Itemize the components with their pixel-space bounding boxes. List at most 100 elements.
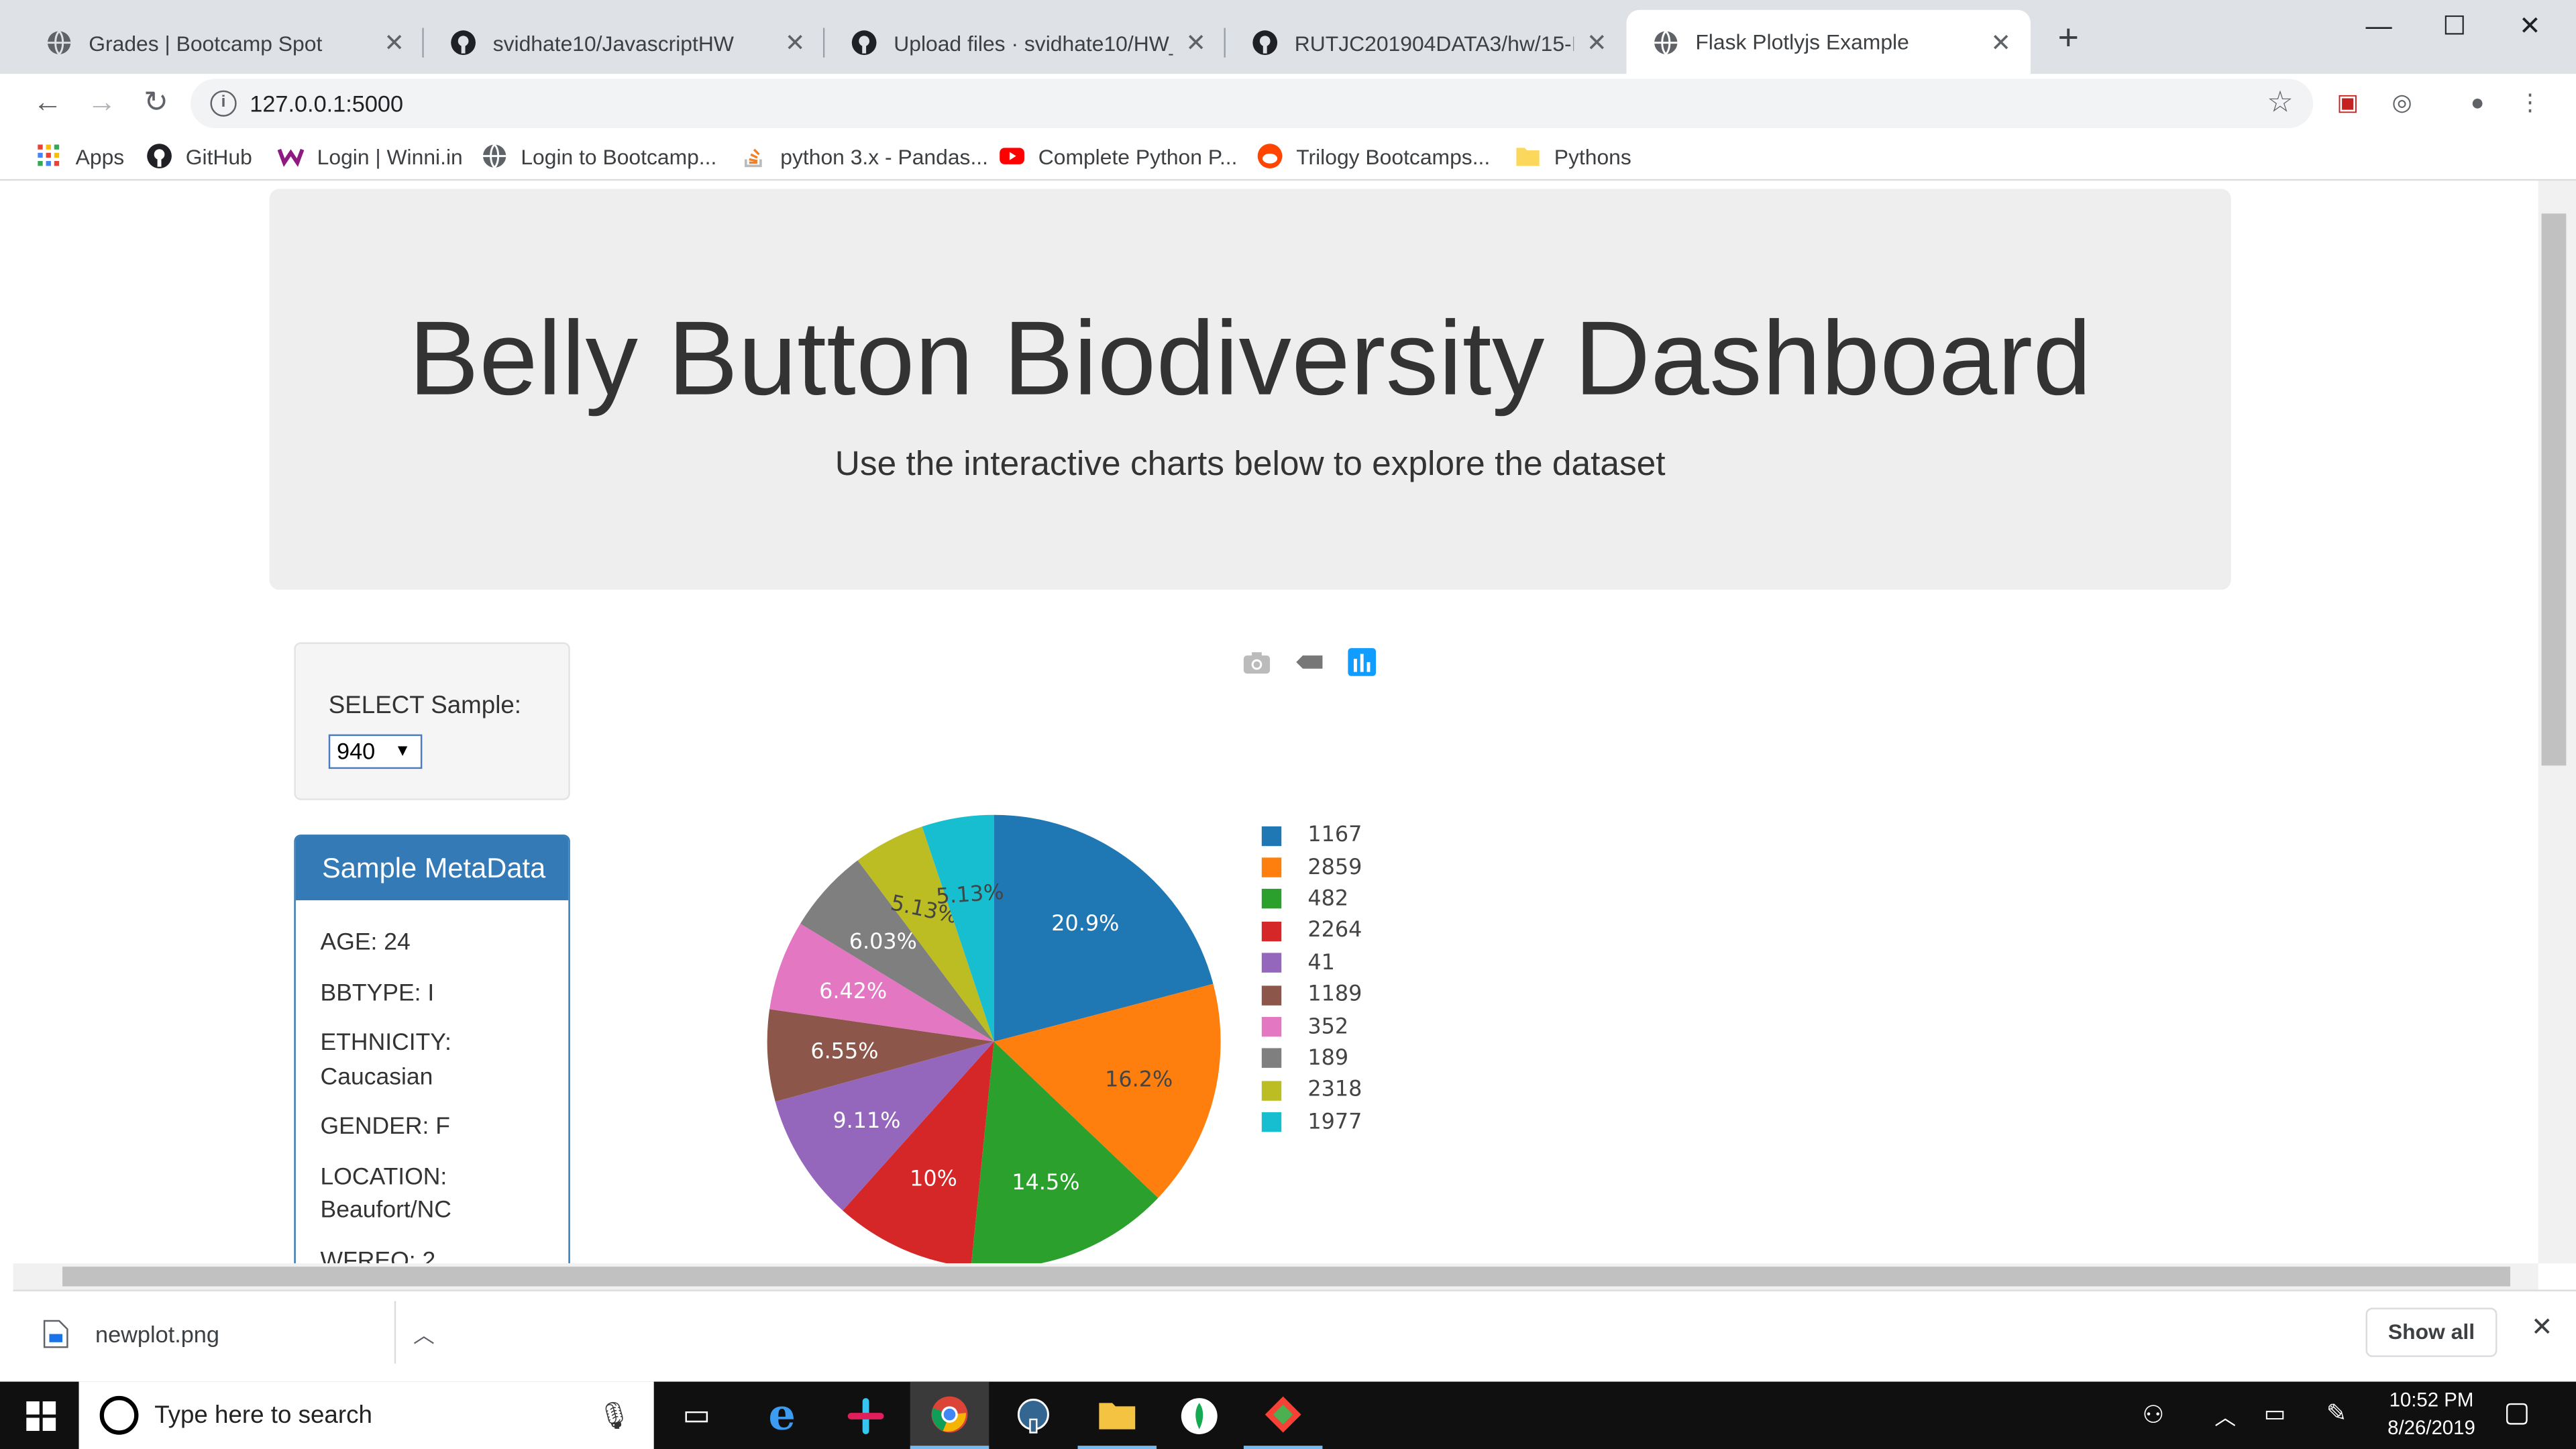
github-icon: [851, 30, 877, 56]
image-file-icon: [43, 1319, 68, 1348]
pen-icon[interactable]: ✎: [2326, 1398, 2347, 1449]
notification-icon[interactable]: ▢: [2504, 1397, 2530, 1449]
close-window-icon[interactable]: ✕: [2494, 7, 2567, 50]
back-arrow-icon[interactable]: ←: [25, 79, 71, 125]
tab-strip: Grades | Bootcamp Spot ✕ svidhate10/Java…: [0, 0, 2576, 74]
profile-avatar-icon[interactable]: ●: [2459, 84, 2496, 120]
legend-item-189[interactable]: 189: [1261, 1043, 1349, 1075]
camera-icon[interactable]: [1242, 647, 1271, 677]
chevron-up-icon[interactable]: ︿: [2214, 1400, 2236, 1449]
legend-item-2318[interactable]: 2318: [1261, 1075, 1362, 1106]
legend-swatch: [1261, 985, 1282, 1006]
tag-icon[interactable]: [1295, 647, 1324, 677]
bookmark-label: python 3.x - Pandas...: [780, 144, 988, 169]
extension-pocket-icon[interactable]: ▣: [2330, 84, 2366, 120]
gitkraken-icon[interactable]: [1243, 1382, 1323, 1449]
close-icon[interactable]: ✕: [1988, 27, 2014, 57]
tab-upload-files[interactable]: Upload files · svidhate10/HW_12_ ✕: [824, 11, 1226, 74]
star-icon[interactable]: ☆: [2267, 85, 2294, 119]
search-placeholder: Type here to search: [154, 1401, 372, 1430]
address-bar[interactable]: i 127.0.0.1:5000 ☆: [191, 78, 2314, 129]
bookmark-github[interactable]: GitHub: [146, 142, 252, 171]
battery-icon[interactable]: ▭: [2264, 1400, 2286, 1449]
legend-item-2264[interactable]: 2264: [1261, 916, 1362, 947]
bookmark-label: Complete Python P...: [1038, 144, 1238, 169]
legend-item-2859[interactable]: 2859: [1261, 852, 1362, 883]
tab-title: Upload files · svidhate10/HW_12_: [894, 30, 1173, 56]
bookmark-pythons-folder[interactable]: Pythons: [1515, 142, 1631, 171]
metadata-location: LOCATION: Beaufort/NC: [320, 1164, 451, 1224]
tab-grades[interactable]: Grades | Bootcamp Spot ✕: [19, 11, 424, 74]
page-title: Belly Button Biodiversity Dashboard: [409, 299, 2092, 418]
forward-arrow-icon[interactable]: →: [79, 79, 125, 125]
menu-dots-icon[interactable]: ⋮: [2512, 84, 2548, 120]
pie-slice-label: 16.2%: [1105, 1066, 1173, 1091]
legend-item-1977[interactable]: 1977: [1261, 1107, 1362, 1138]
bookmark-winni[interactable]: Login | Winni.in: [277, 142, 463, 171]
downloads-bar: newplot.png ︿ Show all ✕: [13, 1289, 2576, 1372]
postgres-elephant-icon[interactable]: [994, 1382, 1073, 1449]
tab-javascripthw[interactable]: svidhate10/JavascriptHW ✕: [424, 11, 825, 74]
vertical-scroll-thumb[interactable]: [2541, 213, 2567, 766]
close-icon[interactable]: ✕: [2531, 1311, 2553, 1344]
chevron-up-icon[interactable]: ︿: [413, 1318, 435, 1349]
horizontal-scroll-thumb[interactable]: [62, 1267, 2511, 1287]
bookmark-label: Login | Winni.in: [317, 144, 463, 169]
jumbotron: Belly Button Biodiversity Dashboard Use …: [269, 189, 2231, 590]
legend-swatch: [1261, 1081, 1282, 1101]
pie-slice-label: 6.03%: [849, 928, 917, 954]
close-icon[interactable]: ✕: [1183, 28, 1209, 58]
mongodb-icon[interactable]: [1160, 1382, 1239, 1449]
github-icon: [1252, 30, 1278, 56]
legend-item-41[interactable]: 41: [1261, 947, 1335, 979]
show-all-button[interactable]: Show all: [2365, 1307, 2498, 1357]
horizontal-scrollbar[interactable]: [13, 1263, 2538, 1290]
chrome-icon[interactable]: [910, 1381, 989, 1449]
task-view-icon[interactable]: ▭: [657, 1382, 737, 1449]
bookmark-label: GitHub: [185, 144, 252, 169]
close-icon[interactable]: ✕: [782, 28, 808, 58]
windows-start-icon[interactable]: [26, 1401, 56, 1432]
tab-flask-plotlyjs[interactable]: Flask Plotlyjs Example ✕: [1626, 9, 2031, 74]
vertical-scrollbar[interactable]: [2538, 180, 2576, 1264]
minimize-icon[interactable]: —: [2343, 7, 2415, 50]
extension-icon[interactable]: ◎: [2383, 84, 2420, 120]
taskbar-search-box[interactable]: Type here to search 🎙: [78, 1381, 654, 1449]
taskbar-clock[interactable]: 10:52 PM 8/26/2019: [2379, 1387, 2484, 1449]
bookmark-apps[interactable]: Apps: [36, 142, 124, 171]
bookmark-youtube[interactable]: Complete Python P...: [999, 142, 1238, 171]
bookmark-bootcamp-login[interactable]: Login to Bootcamp...: [482, 142, 716, 171]
close-icon[interactable]: ✕: [381, 28, 407, 58]
sample-metadata-panel: Sample MetaData AGE: 24 BBTYPE: I ETHNIC…: [294, 835, 570, 1264]
legend-item-352[interactable]: 352: [1261, 1011, 1348, 1042]
download-item[interactable]: newplot.png ︿: [43, 1318, 435, 1349]
sample-pie-chart[interactable]: 20.9% 16.2% 14.5% 10% 9.11% 6.55% 6.42% 6.03% 5.…: [756, 804, 1232, 1264]
edge-icon[interactable]: e: [743, 1382, 822, 1449]
bookmark-label: Trilogy Bootcamps...: [1296, 144, 1491, 169]
people-icon[interactable]: ⚇: [2142, 1400, 2164, 1449]
info-icon[interactable]: i: [210, 90, 237, 117]
reload-icon[interactable]: ↻: [133, 79, 179, 125]
github-icon: [451, 30, 476, 56]
legend-label: 2318: [1307, 1078, 1362, 1104]
legend-item-1167[interactable]: 1167: [1261, 820, 1362, 851]
plotly-logo-icon[interactable]: [1347, 647, 1377, 677]
bookmark-trilogy[interactable]: Trilogy Bootcamps...: [1256, 142, 1490, 171]
legend-label: 1189: [1307, 982, 1362, 1008]
microphone-icon[interactable]: 🎙: [598, 1400, 631, 1433]
maximize-icon[interactable]: ☐: [2418, 7, 2491, 50]
file-explorer-icon[interactable]: [1077, 1382, 1157, 1449]
bookmark-stackoverflow[interactable]: python 3.x - Pandas...: [741, 142, 988, 171]
reddit-icon: [1257, 144, 1283, 169]
metadata-gender: GENDER: F: [320, 1114, 450, 1140]
sample-select-dropdown[interactable]: 940 ▼: [328, 734, 423, 769]
new-tab-button[interactable]: +: [2050, 19, 2086, 56]
legend-swatch: [1261, 857, 1282, 877]
close-icon[interactable]: ✕: [1584, 28, 1610, 58]
legend-item-482[interactable]: 482: [1261, 883, 1348, 915]
legend-item-1189[interactable]: 1189: [1261, 979, 1362, 1011]
metadata-age: AGE: 24: [320, 930, 411, 957]
legend-label: 189: [1307, 1046, 1349, 1071]
slack-icon[interactable]: [826, 1382, 906, 1449]
tab-rutjc-hw[interactable]: RUTJC201904DATA3/hw/15-Inter ✕: [1226, 11, 1627, 74]
